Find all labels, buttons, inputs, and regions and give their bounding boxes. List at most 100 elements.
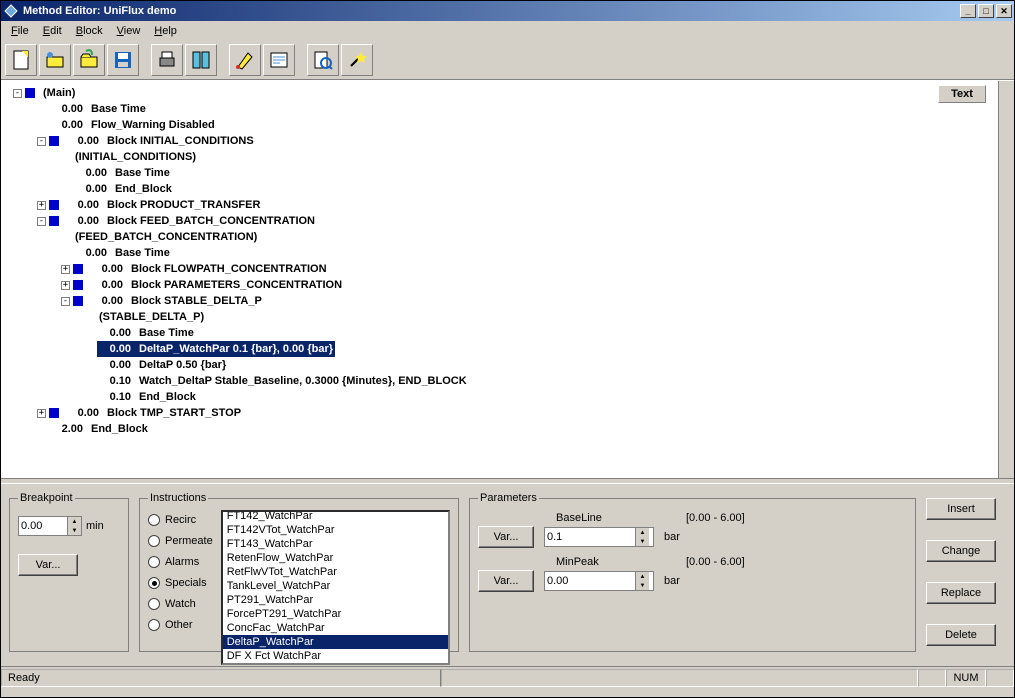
param-var-button[interactable]: Var... bbox=[478, 570, 534, 592]
tree-row[interactable]: (FEED_BATCH_CONCENTRATION) bbox=[9, 229, 1014, 245]
tree-node-label[interactable]: 0.00Block PRODUCT_TRANSFER bbox=[65, 197, 262, 213]
radio-alarms[interactable]: Alarms bbox=[148, 556, 213, 568]
tree-row[interactable]: 0.00Base Time bbox=[9, 165, 1014, 181]
wand-button[interactable] bbox=[341, 44, 373, 76]
tree-node-label[interactable]: (Main) bbox=[41, 85, 77, 101]
list-item[interactable]: DF X Fct WatchPar bbox=[223, 649, 448, 663]
menu-file[interactable]: File bbox=[4, 23, 36, 39]
radio-icon[interactable] bbox=[148, 577, 160, 589]
print-button[interactable] bbox=[151, 44, 183, 76]
delete-button[interactable]: Delete bbox=[926, 624, 996, 646]
insert-button[interactable]: Insert bbox=[926, 498, 996, 520]
list-item[interactable]: TankLevel_WatchPar bbox=[223, 579, 448, 593]
menu-edit[interactable]: Edit bbox=[36, 23, 69, 39]
tree-row[interactable]: 0.00Base Time bbox=[9, 325, 1014, 341]
list-item[interactable]: RetFlwVTot_WatchPar bbox=[223, 565, 448, 579]
tree-node-label[interactable]: (FEED_BATCH_CONCENTRATION) bbox=[73, 229, 259, 245]
tree-node-label[interactable]: 0.00Flow_Warning Disabled bbox=[49, 117, 217, 133]
list-item[interactable]: FT142VTot_WatchPar bbox=[223, 523, 448, 537]
breakpoint-var-button[interactable]: Var... bbox=[18, 554, 78, 576]
expander-icon[interactable]: - bbox=[37, 217, 46, 226]
param-input[interactable] bbox=[545, 572, 635, 590]
list-item[interactable]: FT143_WatchPar bbox=[223, 537, 448, 551]
close-button[interactable]: ✕ bbox=[996, 4, 1012, 18]
radio-icon[interactable] bbox=[148, 556, 160, 568]
maximize-button[interactable]: □ bbox=[978, 4, 994, 18]
text-toggle-button[interactable]: Text bbox=[938, 85, 986, 103]
preview-button[interactable] bbox=[307, 44, 339, 76]
tree-node-label[interactable]: 0.00DeltaP_WatchPar 0.1 {bar}, 0.00 {bar… bbox=[97, 341, 335, 357]
notes-button[interactable] bbox=[263, 44, 295, 76]
new-button[interactable] bbox=[5, 44, 37, 76]
radio-specials[interactable]: Specials bbox=[148, 577, 213, 589]
panes-button[interactable] bbox=[185, 44, 217, 76]
breakpoint-spinner[interactable]: ▲▼ bbox=[67, 517, 81, 535]
tree-row[interactable]: +0.00Block PRODUCT_TRANSFER bbox=[9, 197, 1014, 213]
tree-node-label[interactable]: 0.00Block STABLE_DELTA_P bbox=[89, 293, 264, 309]
menu-help[interactable]: Help bbox=[147, 23, 184, 39]
expander-icon[interactable]: - bbox=[13, 89, 22, 98]
list-item[interactable]: ConcFac_WatchPar bbox=[223, 621, 448, 635]
tree-node-label[interactable]: 0.00Base Time bbox=[49, 101, 148, 117]
tree-node-label[interactable]: (INITIAL_CONDITIONS) bbox=[73, 149, 198, 165]
pen-button[interactable] bbox=[229, 44, 261, 76]
tree-node-label[interactable]: 0.10Watch_DeltaP Stable_Baseline, 0.3000… bbox=[97, 373, 469, 389]
param-spinner[interactable]: ▲▼ bbox=[635, 572, 649, 590]
tree-row[interactable]: 0.00DeltaP_WatchPar 0.1 {bar}, 0.00 {bar… bbox=[9, 341, 1014, 357]
tree-row[interactable]: +0.00Block TMP_START_STOP bbox=[9, 405, 1014, 421]
expander-icon[interactable]: + bbox=[61, 281, 70, 290]
radio-icon[interactable] bbox=[148, 619, 160, 631]
radio-permeate[interactable]: Permeate bbox=[148, 535, 213, 547]
menu-block[interactable]: Block bbox=[69, 23, 110, 39]
expander-icon[interactable]: + bbox=[37, 409, 46, 418]
tree-row[interactable]: 0.00Base Time bbox=[9, 245, 1014, 261]
tree-node-label[interactable]: 0.00Block INITIAL_CONDITIONS bbox=[65, 133, 256, 149]
list-item[interactable]: DeltaP_WatchPar bbox=[223, 635, 448, 649]
radio-icon[interactable] bbox=[148, 598, 160, 610]
tree-row[interactable]: (INITIAL_CONDITIONS) bbox=[9, 149, 1014, 165]
expander-icon[interactable]: + bbox=[61, 265, 70, 274]
param-input[interactable] bbox=[545, 528, 635, 546]
tree-node-label[interactable]: 2.00End_Block bbox=[49, 421, 150, 437]
tree-node-label[interactable]: 0.00Base Time bbox=[73, 165, 172, 181]
list-item[interactable]: PT291_WatchPar bbox=[223, 593, 448, 607]
method-tree[interactable]: -(Main)0.00Base Time0.00Flow_Warning Dis… bbox=[1, 81, 1014, 437]
tree-row[interactable]: 0.00End_Block bbox=[9, 181, 1014, 197]
param-spinner[interactable]: ▲▼ bbox=[635, 528, 649, 546]
radio-watch[interactable]: Watch bbox=[148, 598, 213, 610]
scrollbar[interactable] bbox=[998, 81, 1014, 478]
tree-row[interactable]: 0.00Base Time bbox=[9, 101, 1014, 117]
tree-node-label[interactable]: 0.00Base Time bbox=[73, 245, 172, 261]
tree-row[interactable]: 2.00End_Block bbox=[9, 421, 1014, 437]
breakpoint-input[interactable] bbox=[19, 517, 67, 535]
tree-node-label[interactable]: 0.10End_Block bbox=[97, 389, 198, 405]
menu-view[interactable]: View bbox=[110, 23, 148, 39]
save-button[interactable] bbox=[107, 44, 139, 76]
tree-row[interactable]: - (Main) bbox=[9, 85, 1014, 101]
tree-node-label[interactable]: 0.00Block TMP_START_STOP bbox=[65, 405, 243, 421]
tree-node-label[interactable]: 0.00Base Time bbox=[97, 325, 196, 341]
tree-row[interactable]: (STABLE_DELTA_P) bbox=[9, 309, 1014, 325]
tree-row[interactable]: -0.00Block FEED_BATCH_CONCENTRATION bbox=[9, 213, 1014, 229]
tree-node-label[interactable]: (STABLE_DELTA_P) bbox=[97, 309, 206, 325]
change-button[interactable]: Change bbox=[926, 540, 996, 562]
expander-icon[interactable]: - bbox=[37, 137, 46, 146]
list-item[interactable]: FT142_WatchPar bbox=[223, 510, 448, 523]
tree-row[interactable]: 0.00Flow_Warning Disabled bbox=[9, 117, 1014, 133]
expander-icon[interactable]: - bbox=[61, 297, 70, 306]
radio-other[interactable]: Other bbox=[148, 619, 213, 631]
tree-node-label[interactable]: 0.00Block PARAMETERS_CONCENTRATION bbox=[89, 277, 344, 293]
radio-recirc[interactable]: Recirc bbox=[148, 514, 213, 526]
tree-row[interactable]: - 0.00Block INITIAL_CONDITIONS bbox=[9, 133, 1014, 149]
tree-row[interactable]: 0.00DeltaP 0.50 {bar} bbox=[9, 357, 1014, 373]
open-from-button[interactable] bbox=[39, 44, 71, 76]
expander-icon[interactable]: + bbox=[37, 201, 46, 210]
param-var-button[interactable]: Var... bbox=[478, 526, 534, 548]
tree-row[interactable]: 0.10Watch_DeltaP Stable_Baseline, 0.3000… bbox=[9, 373, 1014, 389]
instructions-list[interactable]: FT141VTot_WatchParFT142_WatchParFT142VTo… bbox=[221, 510, 450, 665]
tree-row[interactable]: +0.00Block PARAMETERS_CONCENTRATION bbox=[9, 277, 1014, 293]
list-item[interactable]: ForcePT291_WatchPar bbox=[223, 607, 448, 621]
list-item[interactable]: RetenFlow_WatchPar bbox=[223, 551, 448, 565]
replace-button[interactable]: Replace bbox=[926, 582, 996, 604]
radio-icon[interactable] bbox=[148, 535, 160, 547]
